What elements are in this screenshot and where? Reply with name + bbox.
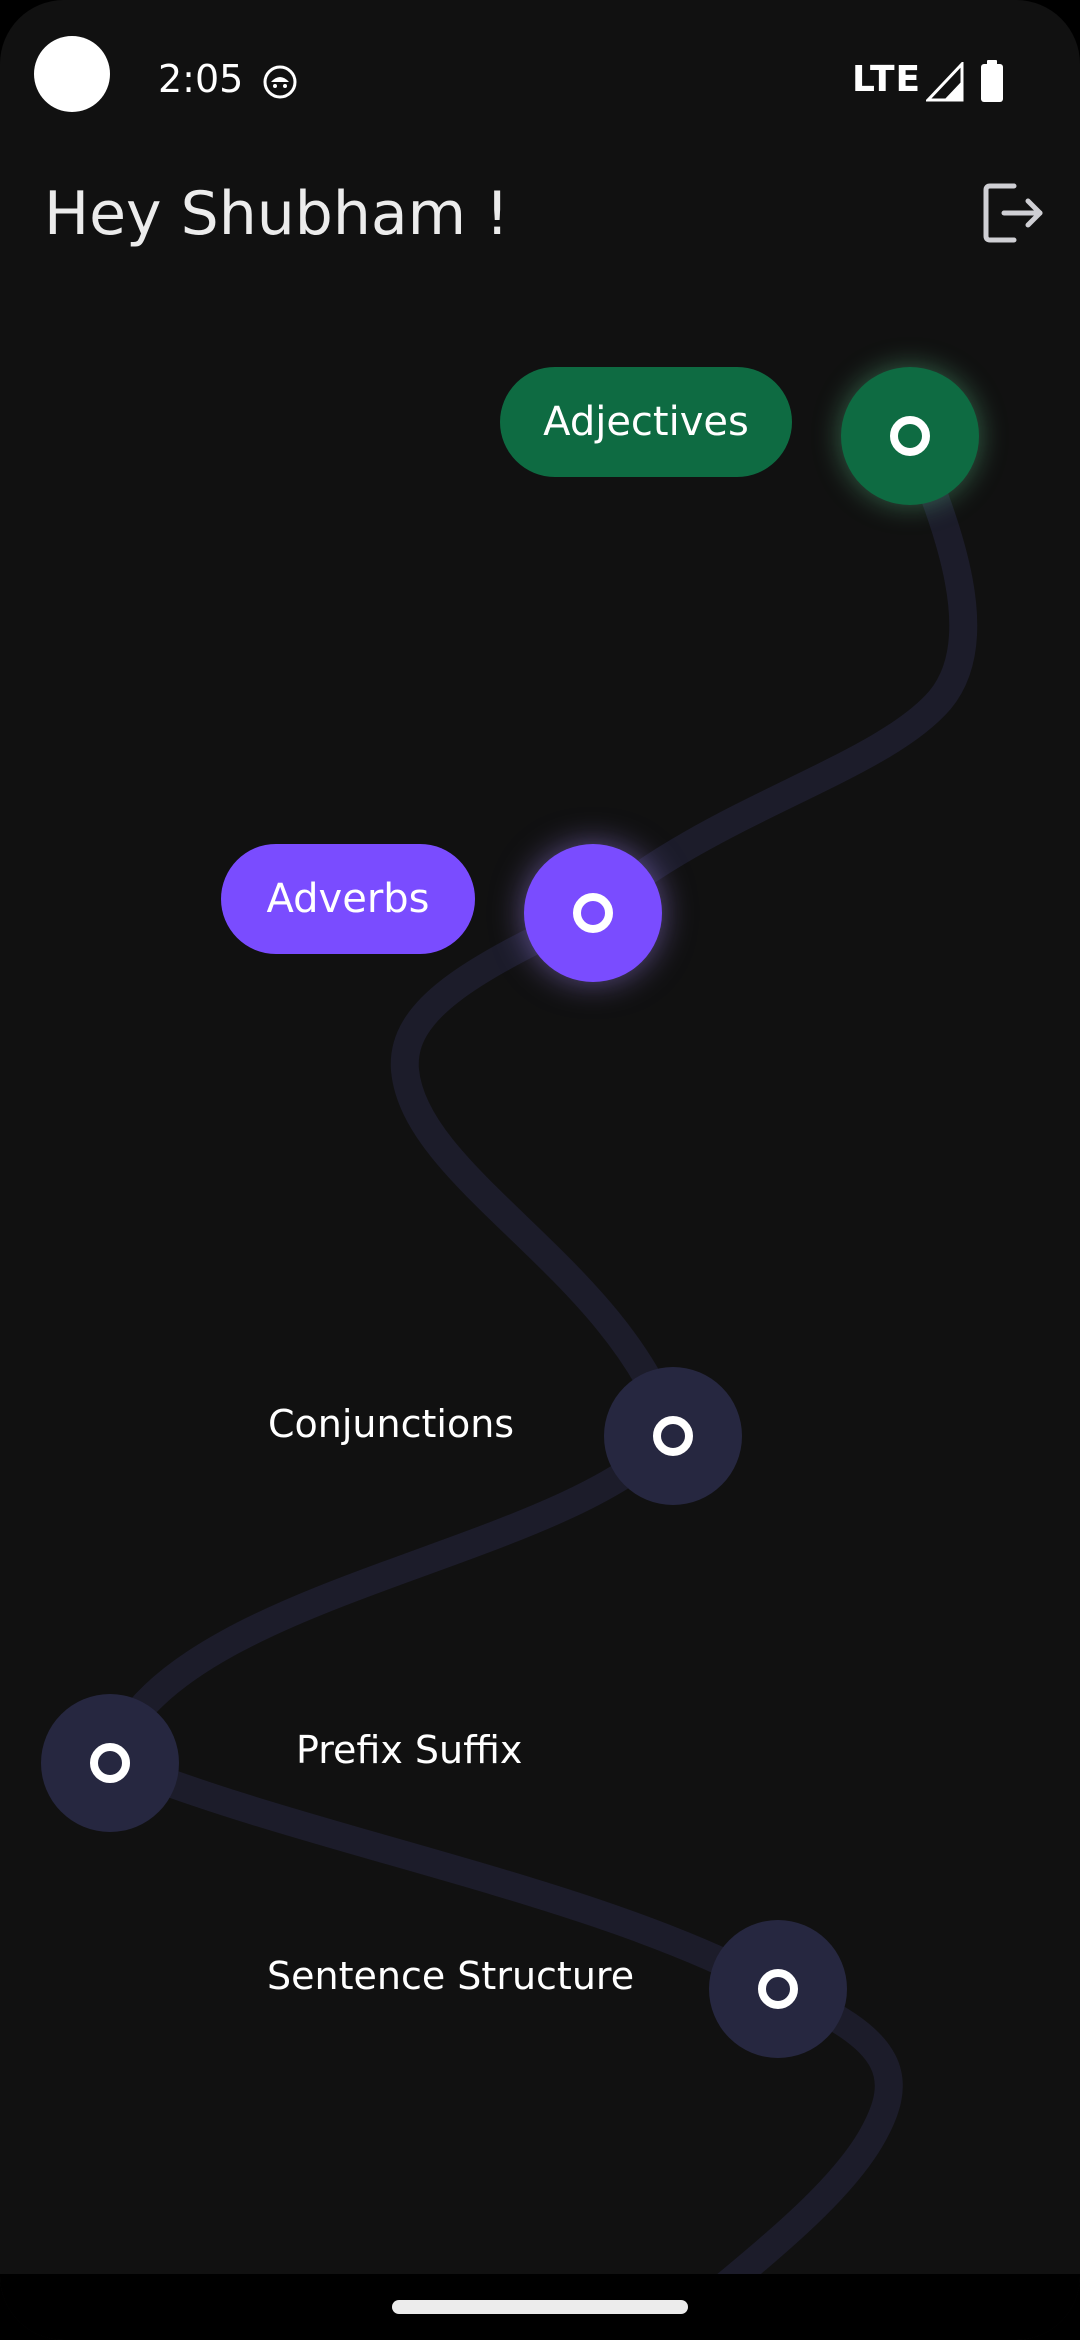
lesson-conjunctions-node[interactable] xyxy=(604,1367,742,1505)
lesson-adjectives-label[interactable]: Adjectives xyxy=(500,367,792,477)
home-indicator[interactable] xyxy=(392,2300,688,2314)
lesson-adverbs-node[interactable] xyxy=(524,844,662,982)
lesson-adjectives-node[interactable] xyxy=(841,367,979,505)
lesson-prefix-suffix-label[interactable]: Prefix Suffix xyxy=(296,1731,522,1769)
lesson-prefix-suffix-node[interactable] xyxy=(41,1694,179,1832)
node-ring-icon xyxy=(758,1969,798,2009)
node-ring-icon xyxy=(573,893,613,933)
lesson-sentence-structure-label[interactable]: Sentence Structure xyxy=(267,1957,634,1995)
lesson-sentence-structure-node[interactable] xyxy=(709,1920,847,2058)
node-ring-icon xyxy=(653,1416,693,1456)
lesson-adverbs-label[interactable]: Adverbs xyxy=(221,844,475,954)
lesson-conjunctions-label[interactable]: Conjunctions xyxy=(268,1405,514,1443)
node-ring-icon xyxy=(890,416,930,456)
screen: 2:05 LTE Hey Shubham ! Adjectives Adverb… xyxy=(0,0,1080,2340)
node-ring-icon xyxy=(90,1743,130,1783)
